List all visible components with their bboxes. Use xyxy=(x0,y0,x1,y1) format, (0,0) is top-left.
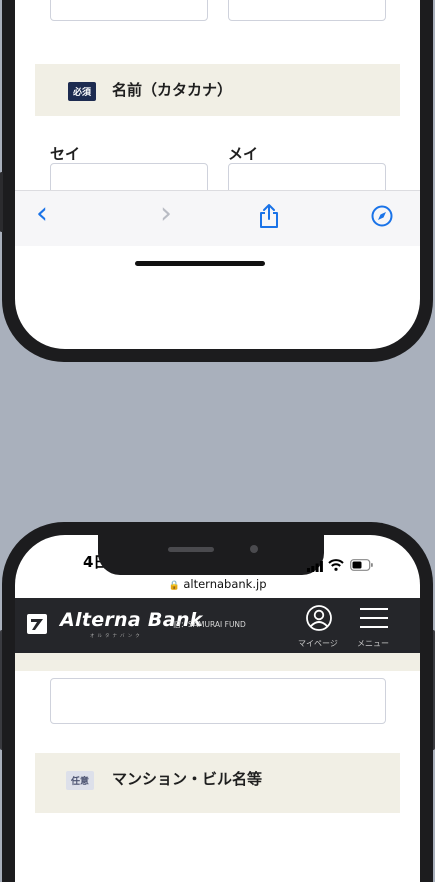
last-name-input[interactable] xyxy=(50,0,208,21)
section-title: 名前（カタカナ） xyxy=(112,81,233,99)
address-input[interactable] xyxy=(50,678,386,724)
logo-subtitle: オルタナバンク xyxy=(90,634,143,639)
phone-screen-top: 姓 名 必須 名前（カタカナ） セイ メイ ‹ › xyxy=(15,0,420,349)
phone-screen-bottom: 4日 🔒 alternabank.jp Alterna Bank オルタナバンク… xyxy=(15,535,420,882)
signal-icon xyxy=(307,557,323,576)
lock-icon: 🔒 xyxy=(168,581,180,591)
building-section-header: 任意 マンション・ビル名等 xyxy=(35,753,400,813)
wifi-icon xyxy=(328,556,344,575)
url-text: alternabank.jp xyxy=(183,577,267,591)
phone-frame-bottom: 4日 🔒 alternabank.jp Alterna Bank オルタナバンク… xyxy=(2,522,433,882)
optional-badge: 任意 xyxy=(66,771,95,790)
section-title: マンション・ビル名等 xyxy=(112,770,263,788)
battery-icon xyxy=(350,556,374,575)
speaker xyxy=(168,547,214,552)
first-name-input[interactable] xyxy=(228,0,386,21)
logo-mark-icon[interactable] xyxy=(27,614,47,634)
menu-icon[interactable] xyxy=(359,606,389,634)
form-area: 姓 名 必須 名前（カタカナ） セイ メイ xyxy=(15,0,420,349)
back-button[interactable]: ‹ xyxy=(36,199,48,229)
header-shadow-band xyxy=(15,653,420,671)
url-bar[interactable]: 🔒 alternabank.jp xyxy=(15,577,420,591)
safari-toolbar: ‹ › xyxy=(15,190,420,246)
forward-button[interactable]: › xyxy=(160,199,172,229)
account-icon[interactable] xyxy=(305,604,333,636)
formerly-name: 旧：SAMURAI FUND xyxy=(173,620,246,629)
share-icon[interactable] xyxy=(258,203,280,233)
required-badge: 必須 xyxy=(68,82,97,101)
last-name-kana-label: セイ xyxy=(50,145,81,163)
kana-section-header: 必須 名前（カタカナ） xyxy=(35,64,400,116)
notch xyxy=(98,535,324,575)
site-header: Alterna Bank オルタナバンク 旧：SAMURAI FUND マイペー… xyxy=(15,598,420,653)
camera xyxy=(250,545,258,553)
menu-label[interactable]: メニュー xyxy=(357,638,389,649)
first-name-kana-label: メイ xyxy=(228,145,259,163)
home-indicator xyxy=(135,261,265,266)
phone-frame-top: 姓 名 必須 名前（カタカナ） セイ メイ ‹ › xyxy=(2,0,433,362)
compass-icon[interactable] xyxy=(371,205,393,231)
mypage-label[interactable]: マイページ xyxy=(298,638,338,649)
side-button xyxy=(0,172,3,232)
